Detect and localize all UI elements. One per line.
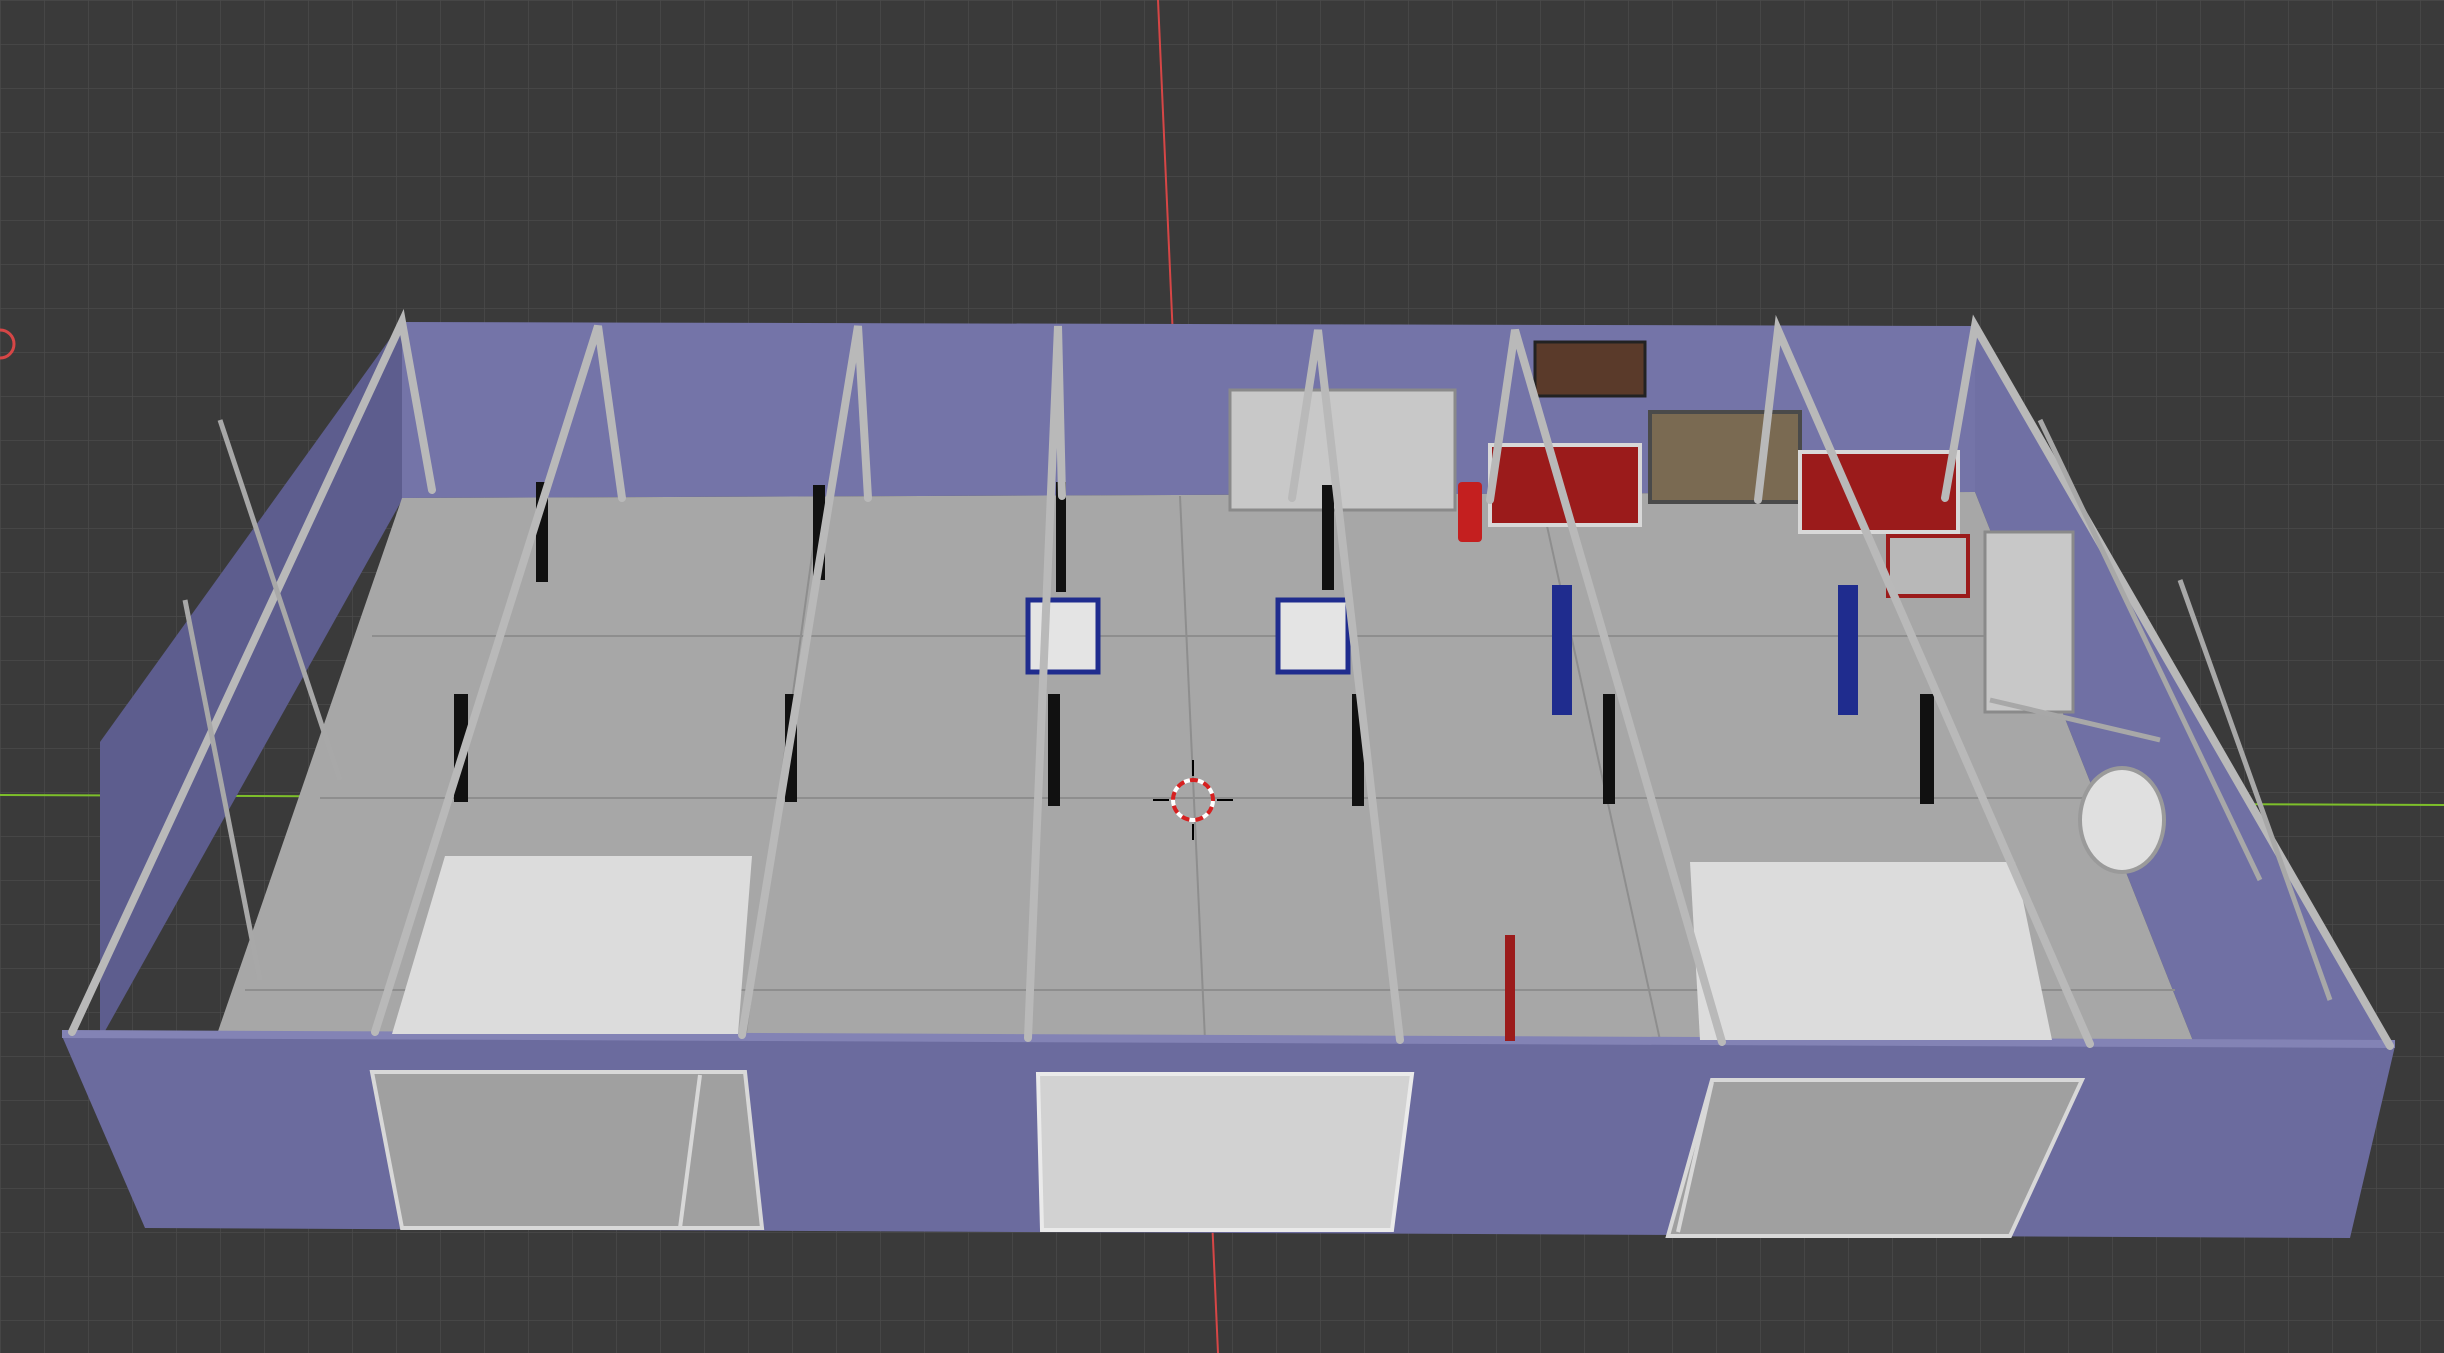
floor-door-right[interactable] xyxy=(1690,862,2052,1040)
tire-changer[interactable] xyxy=(1025,597,1101,675)
3d-viewport[interactable] xyxy=(0,0,2444,1353)
two-post-lift-column[interactable] xyxy=(1552,585,1572,715)
tool-cabinet[interactable] xyxy=(1798,450,1960,534)
front-door-opening-left[interactable] xyxy=(369,1070,765,1230)
floor-door-left[interactable] xyxy=(392,856,752,1034)
two-post-lift-column[interactable] xyxy=(1838,585,1858,715)
fuel-can[interactable] xyxy=(1458,482,1482,542)
front-roll-up-door[interactable] xyxy=(1035,1072,1415,1232)
front-door-opening-right[interactable] xyxy=(1665,1078,2086,1238)
wall-poster[interactable] xyxy=(1533,340,1647,398)
tire-stack[interactable] xyxy=(2078,766,2166,874)
shelving-unit[interactable] xyxy=(1228,388,1457,512)
tire-changer[interactable] xyxy=(1275,597,1351,675)
scene-canvas[interactable] xyxy=(0,0,2444,1353)
shelving-unit[interactable] xyxy=(1983,530,2075,714)
workbench[interactable] xyxy=(1648,410,1802,504)
floor-jack[interactable] xyxy=(1505,935,1515,1041)
engine-stand[interactable] xyxy=(1886,534,1970,598)
